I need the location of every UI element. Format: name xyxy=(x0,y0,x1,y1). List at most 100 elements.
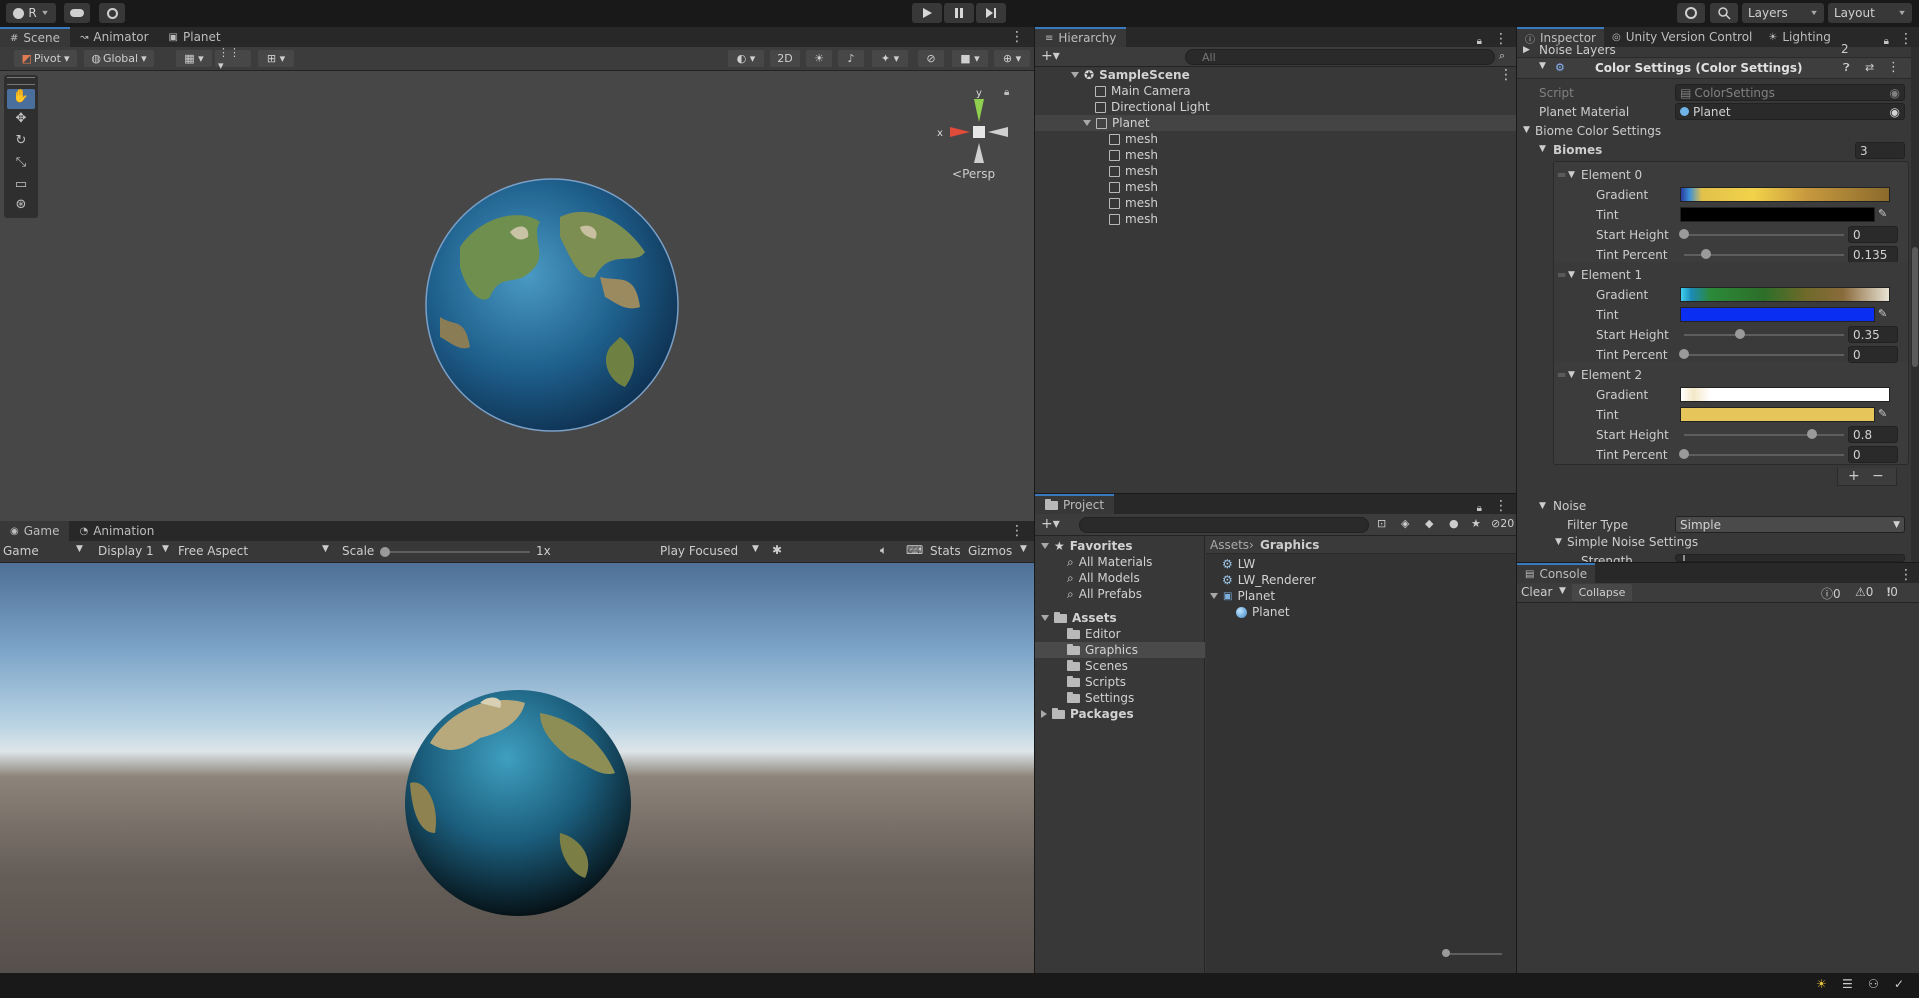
notification-icon[interactable]: ✓ xyxy=(1894,977,1904,991)
search-filter-icon[interactable]: ⌕ xyxy=(1499,49,1505,63)
tint-percent-field[interactable]: 0 xyxy=(1848,346,1898,363)
hierarchy-item-mesh[interactable]: mesh xyxy=(1109,147,1158,163)
mute-audio-icon[interactable]: 🔈︎ xyxy=(880,543,887,558)
component-options-icon[interactable]: ⋮ xyxy=(1887,60,1900,75)
cache-server-icon[interactable]: ☰ xyxy=(1842,977,1853,991)
hidden-packages-toggle[interactable]: ⊘20 xyxy=(1491,517,1514,530)
stats-button[interactable]: Stats xyxy=(930,544,961,558)
filter-type-select[interactable]: Simple ▼ xyxy=(1675,516,1905,533)
scene-options-icon[interactable]: ⋮ xyxy=(1499,67,1513,83)
game-viewport[interactable] xyxy=(0,563,1034,973)
lock-icon[interactable]: 🔒︎ xyxy=(1473,503,1486,514)
view-select[interactable]: Game xyxy=(3,544,39,558)
collab-button[interactable] xyxy=(99,3,125,23)
tab-scene[interactable]: # Scene xyxy=(0,27,70,47)
tint-percent-track[interactable] xyxy=(1684,454,1844,456)
clear-button[interactable]: Clear xyxy=(1521,585,1552,599)
biomes-count-field[interactable]: 3 xyxy=(1855,142,1905,159)
tab-version-control[interactable]: ◎ Unity Version Control xyxy=(1604,27,1760,47)
effects-dropdown[interactable]: ✦ ▾ xyxy=(872,50,908,67)
start-height-knob[interactable] xyxy=(1735,329,1745,339)
history-button[interactable] xyxy=(1677,3,1705,23)
global-dropdown[interactable]: ◍ Global ▾ xyxy=(84,50,154,67)
asset-lw[interactable]: ⚙ LW xyxy=(1222,556,1255,572)
tab-animator[interactable]: ↝ Animator xyxy=(70,27,159,47)
warning-filter-toggle[interactable]: ⚠0 xyxy=(1855,585,1873,599)
collapse-icon[interactable]: ▼ xyxy=(1539,501,1546,511)
account-dropdown[interactable]: R xyxy=(6,3,56,23)
icon-size-knob[interactable] xyxy=(1442,949,1450,957)
expand-icon[interactable] xyxy=(1071,72,1079,78)
start-height-track[interactable] xyxy=(1684,334,1844,336)
asset-planet-model[interactable]: ▣ Planet xyxy=(1210,588,1275,604)
cloud-button[interactable] xyxy=(64,3,90,23)
hierarchy-item-directional-light[interactable]: Directional Light xyxy=(1095,99,1210,115)
lighting-status-icon[interactable]: ☀ xyxy=(1816,977,1827,991)
chevron-down-icon[interactable]: ▼ xyxy=(1559,586,1566,596)
collapse-icon[interactable]: ▼ xyxy=(1568,270,1575,280)
start-height-track[interactable] xyxy=(1684,234,1844,236)
scrollbar-thumb[interactable] xyxy=(1912,247,1918,367)
collapse-icon[interactable]: ▼ xyxy=(1539,61,1546,71)
lock-icon[interactable]: 🔒︎ xyxy=(1880,36,1893,47)
aspect-select[interactable]: Free Aspect xyxy=(178,544,248,558)
favorites-header[interactable]: ★ Favorites xyxy=(1041,538,1132,554)
search-button[interactable] xyxy=(1710,3,1738,23)
breadcrumb-graphics[interactable]: Graphics xyxy=(1260,538,1319,552)
increment-snap-button[interactable]: ⋮⋮ ▾ xyxy=(215,46,251,72)
more-options-icon[interactable]: ⋮ xyxy=(1893,31,1919,47)
tab-hierarchy[interactable]: ≡ Hierarchy xyxy=(1035,27,1127,47)
orientation-gizmo[interactable]: y x xyxy=(930,85,1010,175)
hidden-toggle[interactable]: ⊘ xyxy=(918,50,944,67)
folder-graphics[interactable]: Graphics xyxy=(1067,642,1138,658)
lock-icon[interactable]: 🔒︎ xyxy=(1004,87,1009,98)
display-select[interactable]: Display 1 xyxy=(98,544,154,558)
search-by-type-icon[interactable]: ⊡ xyxy=(1377,517,1386,530)
gradient-field[interactable] xyxy=(1680,287,1890,302)
favorite-all-models[interactable]: ⌕ All Models xyxy=(1067,570,1140,586)
tint-color-field[interactable] xyxy=(1680,307,1875,322)
move-tool[interactable]: ✥ xyxy=(7,111,35,131)
eyedropper-icon[interactable]: ✎ xyxy=(1878,307,1887,320)
folder-settings[interactable]: Settings xyxy=(1067,690,1134,706)
transform-tool[interactable]: ⊛ xyxy=(7,197,35,217)
component-header[interactable]: ▼ ⚙ Color Settings (Color Settings) ❓︎ ⇄… xyxy=(1517,57,1911,79)
hierarchy-item-mesh[interactable]: mesh xyxy=(1109,195,1158,211)
expand-icon[interactable] xyxy=(1041,710,1047,718)
start-height-field[interactable]: 0 xyxy=(1848,226,1898,243)
assets-folder[interactable]: Assets xyxy=(1041,610,1117,626)
start-height-field[interactable]: 0.8 xyxy=(1848,426,1898,443)
collapse-icon[interactable]: ▼ xyxy=(1555,537,1562,547)
drag-handle[interactable] xyxy=(7,77,35,85)
tab-animation[interactable]: ◔ Animation xyxy=(69,521,164,541)
object-picker-icon[interactable]: ◉ xyxy=(1890,105,1900,119)
add-element-button[interactable]: + xyxy=(1848,468,1860,484)
help-icon[interactable]: ❓︎ xyxy=(1843,61,1850,75)
info-icon[interactable]: ● xyxy=(1449,517,1459,530)
breadcrumb-assets[interactable]: Assets xyxy=(1210,538,1249,552)
scene-root-item[interactable]: ✪ SampleScene xyxy=(1071,67,1190,83)
project-search-input[interactable] xyxy=(1079,517,1369,533)
play-button[interactable] xyxy=(912,3,942,23)
tint-percent-track[interactable] xyxy=(1684,354,1844,356)
expand-icon[interactable] xyxy=(1041,615,1049,621)
hierarchy-item-main-camera[interactable]: Main Camera xyxy=(1095,83,1191,99)
collapse-button[interactable]: Collapse xyxy=(1572,584,1632,601)
tab-project[interactable]: Project xyxy=(1035,494,1115,514)
tab-console[interactable]: ▤ Console xyxy=(1517,563,1596,583)
tab-lighting[interactable]: ☀ Lighting xyxy=(1760,27,1838,47)
expand-icon[interactable] xyxy=(1210,593,1218,599)
tint-percent-field[interactable]: 0 xyxy=(1848,446,1898,463)
more-options-icon[interactable]: ⋮ xyxy=(1486,498,1516,514)
asset-lw-renderer[interactable]: ⚙ LW_Renderer xyxy=(1222,572,1316,588)
drag-handle-icon[interactable]: ═ xyxy=(1558,268,1565,282)
bug-icon[interactable]: ✱ xyxy=(772,543,782,557)
tag-icon[interactable]: ◆ xyxy=(1425,517,1433,530)
start-height-field[interactable]: 0.35 xyxy=(1848,326,1898,343)
remove-element-button[interactable]: − xyxy=(1872,468,1884,484)
hierarchy-item-mesh[interactable]: mesh xyxy=(1109,211,1158,227)
rotate-tool[interactable]: ↻ xyxy=(7,133,35,153)
persp-label[interactable]: <Persp xyxy=(952,167,995,181)
shading-mode-button[interactable]: ◐ ▾ xyxy=(728,50,764,67)
lock-icon[interactable]: 🔒︎ xyxy=(1473,36,1486,47)
